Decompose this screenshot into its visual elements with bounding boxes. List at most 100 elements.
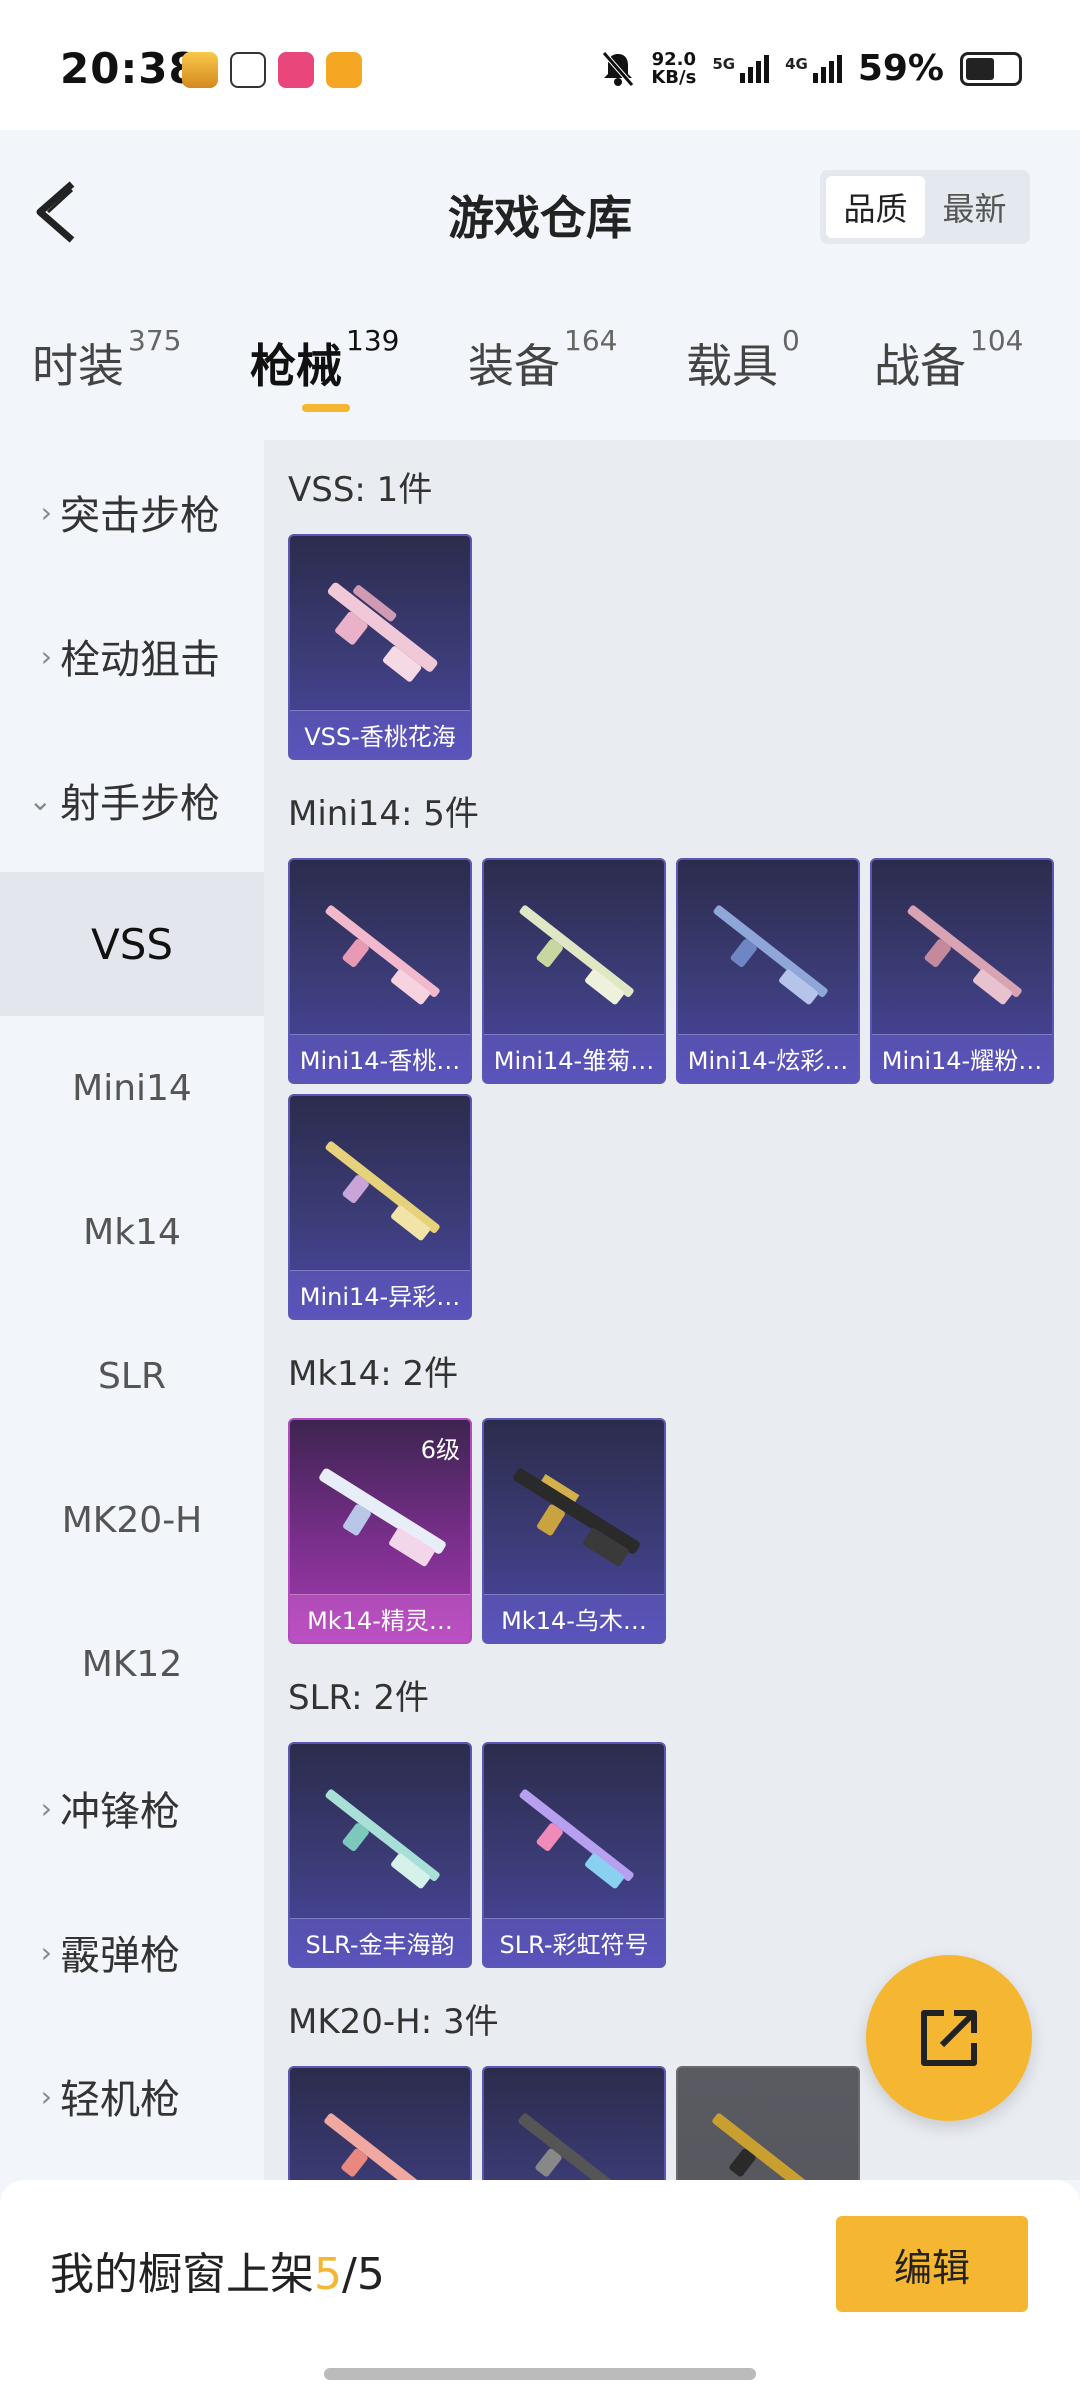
weapon-icon	[907, 905, 1022, 1005]
weapon-name: VSS-香桃花海	[290, 710, 470, 758]
group-title-mk20h: MK20-H: 3件	[288, 2002, 499, 2042]
tab-supplies[interactable]: 战备 104	[874, 324, 1023, 396]
sidebar-item-label: 栓动狙击	[60, 637, 220, 683]
weapon-card[interactable]: Mini14-香桃…	[288, 858, 472, 1084]
tab-equipment[interactable]: 装备 164	[468, 324, 617, 396]
weapon-card[interactable]: VSS-香桃花海	[288, 534, 472, 760]
status-app-icons	[182, 52, 362, 88]
status-time: 20:38	[60, 44, 199, 93]
sort-toggle: 品质 最新	[820, 170, 1030, 244]
sort-quality-button[interactable]: 品质	[826, 176, 925, 238]
status-bar: 20:38 92.0 KB/s 5G 4G 59%	[0, 0, 1080, 130]
showcase-label: 我的橱窗上架	[50, 2249, 314, 2300]
tab-firearms[interactable]: 枪械 139	[250, 324, 399, 396]
bottom-bar: 我的橱窗上架5/5 编辑	[0, 2180, 1080, 2400]
sidebar-item-label: 射手步枪	[60, 781, 220, 827]
weapon-name: Mini14-炫彩…	[678, 1034, 858, 1082]
page-header: 游戏仓库 品质 最新	[0, 130, 1080, 290]
signal-4g-icon: 4G	[785, 54, 842, 83]
weapon-name: Mini14-香桃…	[290, 1034, 470, 1082]
weapon-card[interactable]: 6级 Mk14-精灵…	[288, 1418, 472, 1644]
sidebar-item-label: 冲锋枪	[60, 1789, 180, 1835]
sidebar-sub-vss[interactable]: VSS	[0, 872, 264, 1016]
showcase-current: 5	[314, 2249, 342, 2300]
weapon-icon	[713, 905, 828, 1005]
sidebar-item-label: 轻机枪	[60, 2077, 180, 2123]
edit-button[interactable]: 编辑	[836, 2216, 1028, 2312]
weapon-card[interactable]: SLR-彩虹符号	[482, 1742, 666, 1968]
weapon-icon	[325, 1141, 440, 1241]
weapon-icon	[327, 582, 438, 682]
tab-label: 装备	[468, 339, 560, 393]
signal-5g-icon: 5G	[712, 54, 770, 83]
weapon-card[interactable]: Mini14-炫彩…	[676, 858, 860, 1084]
chevron-right-icon: ›	[40, 495, 52, 529]
weapon-card[interactable]: SLR-金丰海韵	[288, 1742, 472, 1968]
sidebar-sub-mk12[interactable]: MK12	[0, 1592, 264, 1736]
tab-vehicles[interactable]: 载具 0	[686, 324, 800, 396]
sidebar-sub-slr[interactable]: SLR	[0, 1304, 264, 1448]
net-5g-label: 5G	[712, 54, 736, 73]
sidebar-item-shotgun[interactable]: › 霰弹枪	[0, 1880, 264, 2024]
weapon-card[interactable]	[288, 2066, 472, 2180]
chevron-right-icon: ›	[40, 1935, 52, 1969]
home-indicator[interactable]	[324, 2368, 756, 2380]
speed-value: 92.0	[651, 48, 697, 70]
status-indicators: 92.0 KB/s 5G 4G 59%	[601, 48, 1022, 89]
weapon-card[interactable]	[482, 2066, 666, 2180]
category-tabs: 时装 375 枪械 139 装备 164 载具 0 战备 104	[0, 300, 1080, 420]
battery-percent: 59%	[857, 48, 944, 89]
group-title-vss: VSS: 1件	[288, 470, 433, 510]
showcase-status: 我的橱窗上架5/5	[50, 2238, 385, 2302]
weapon-icon	[712, 2113, 828, 2180]
tab-label: 载具	[686, 339, 778, 393]
sidebar-sub-mk20h[interactable]: MK20-H	[0, 1448, 264, 1592]
tab-count: 139	[346, 324, 400, 357]
weapon-card[interactable]: Mk14-乌木…	[482, 1418, 666, 1644]
sidebar-item-lmg[interactable]: › 轻机枪	[0, 2024, 264, 2168]
weapon-name: Mini14-耀粉…	[872, 1034, 1052, 1082]
tab-label: 枪械	[250, 339, 342, 393]
tab-costume[interactable]: 时装 375	[32, 324, 181, 396]
weapon-icon	[513, 1468, 640, 1567]
tab-label: 时装	[32, 339, 124, 393]
chevron-right-icon: ›	[40, 1791, 52, 1825]
weapon-card[interactable]: Mini14-耀粉…	[870, 858, 1054, 1084]
weapon-icon	[325, 1789, 440, 1889]
showcase-separator: /	[342, 2249, 357, 2300]
battery-icon	[960, 51, 1022, 86]
share-button[interactable]	[866, 1955, 1032, 2121]
active-tab-indicator	[302, 404, 350, 412]
weapon-type-sidebar: › 突击步枪 › 栓动狙击 ⌄ 射手步枪 VSS Mini14 Mk14 SLR…	[0, 440, 264, 2180]
weapon-card[interactable]	[676, 2066, 860, 2180]
weapon-name: Mini14-雏菊…	[484, 1034, 664, 1082]
mute-icon	[602, 50, 635, 87]
share-icon	[921, 2010, 977, 2066]
sidebar-item-label: 霰弹枪	[60, 1933, 180, 1979]
tab-label: 战备	[874, 339, 966, 393]
weapon-grid: VSS: 1件 VSS-香桃花海 Mini14: 5件 Mini14-香桃… M…	[264, 440, 1080, 2180]
sidebar-item-bolt-sniper[interactable]: › 栓动狙击	[0, 584, 264, 728]
showcase-total: 5	[356, 2249, 385, 2300]
weapon-card[interactable]: Mini14-异彩…	[288, 1094, 472, 1320]
weapon-name: Mk14-乌木…	[484, 1594, 664, 1642]
sidebar-item-smg[interactable]: › 冲锋枪	[0, 1736, 264, 1880]
sidebar-item-label: 突击步枪	[60, 493, 220, 539]
group-title-mini14: Mini14: 5件	[288, 794, 479, 834]
speed-unit: KB/s	[651, 66, 697, 88]
sidebar-item-marksman-rifle[interactable]: ⌄ 射手步枪	[0, 728, 264, 872]
weapon-icon	[519, 905, 634, 1005]
sidebar-sub-mk14[interactable]: Mk14	[0, 1160, 264, 1304]
network-speed: 92.0 KB/s	[651, 48, 697, 88]
app-icon-4	[326, 52, 362, 88]
sidebar-sub-mini14[interactable]: Mini14	[0, 1016, 264, 1160]
tab-count: 375	[128, 324, 182, 357]
sidebar-item-assault-rifle[interactable]: › 突击步枪	[0, 440, 264, 584]
chevron-right-icon: ›	[40, 639, 52, 673]
group-title-mk14: Mk14: 2件	[288, 1354, 459, 1394]
weapon-name: SLR-金丰海韵	[290, 1918, 470, 1966]
chevron-down-icon: ⌄	[28, 783, 52, 817]
weapon-card[interactable]: Mini14-雏菊…	[482, 858, 666, 1084]
sort-newest-button[interactable]: 最新	[925, 176, 1024, 238]
group-title-slr: SLR: 2件	[288, 1678, 429, 1718]
